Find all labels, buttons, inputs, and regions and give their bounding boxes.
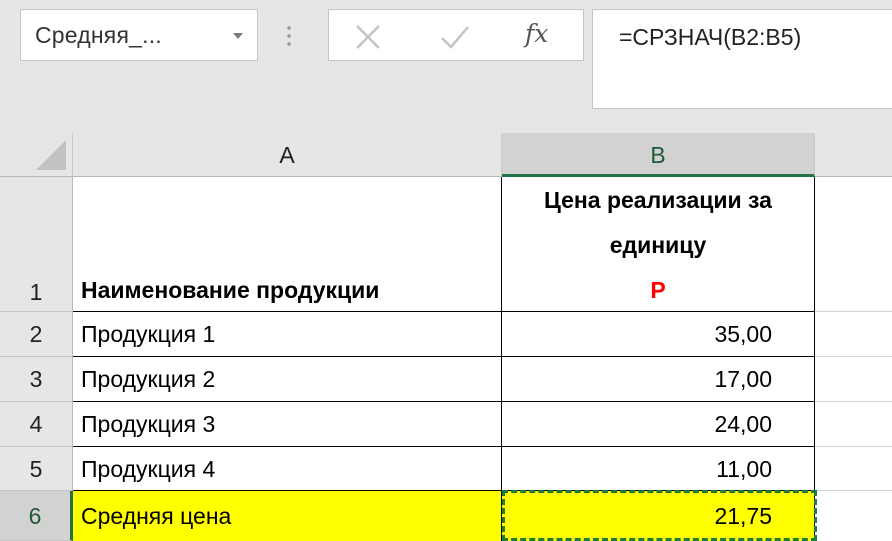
- grip-handle-icon[interactable]: [287, 24, 291, 50]
- row-header-1[interactable]: 1: [0, 177, 73, 312]
- row-header-3[interactable]: 3: [0, 357, 73, 402]
- cell-c2[interactable]: [815, 312, 892, 357]
- formula-buttons: fx: [328, 9, 584, 61]
- cell-c4[interactable]: [815, 402, 892, 447]
- chevron-down-icon[interactable]: [233, 33, 243, 39]
- cell-b1[interactable]: Цена реализации за единицу Р: [502, 177, 815, 312]
- cell-b2[interactable]: 35,00: [502, 312, 815, 357]
- cell-b6[interactable]: 21,75: [502, 491, 815, 541]
- row-header-2[interactable]: 2: [0, 312, 73, 357]
- cell-b4[interactable]: 24,00: [502, 402, 815, 447]
- cell-c6[interactable]: [815, 491, 892, 541]
- cell-a5[interactable]: Продукция 4: [73, 447, 502, 491]
- price-header-line1: Цена реализации за: [544, 187, 772, 213]
- cell-a4[interactable]: Продукция 3: [73, 402, 502, 447]
- column-header-c[interactable]: [815, 133, 892, 177]
- formula-input[interactable]: =СРЗНАЧ(B2:B5): [592, 9, 892, 109]
- cell-a2[interactable]: Продукция 1: [73, 312, 502, 357]
- row-header-5[interactable]: 5: [0, 447, 73, 491]
- column-header-b[interactable]: B: [502, 133, 815, 177]
- select-all-corner[interactable]: [0, 133, 73, 177]
- cell-c3[interactable]: [815, 357, 892, 402]
- close-icon[interactable]: [353, 22, 383, 57]
- cell-a6[interactable]: Средняя цена: [73, 491, 502, 541]
- check-icon[interactable]: [439, 22, 471, 57]
- cell-b3[interactable]: 17,00: [502, 357, 815, 402]
- product-name-header: Наименование продукции: [81, 277, 380, 303]
- column-header-a[interactable]: A: [73, 133, 502, 177]
- formula-text: =СРЗНАЧ(B2:B5): [619, 24, 802, 50]
- row-header-4[interactable]: 4: [0, 402, 73, 447]
- price-header-currency: Р: [650, 277, 666, 303]
- cell-c1[interactable]: [815, 177, 892, 312]
- cell-a3[interactable]: Продукция 2: [73, 357, 502, 402]
- select-all-triangle-icon: [36, 140, 66, 170]
- cell-b5[interactable]: 11,00: [502, 447, 815, 491]
- name-box-value: Средняя_...: [35, 22, 162, 48]
- row-header-6[interactable]: 6: [0, 491, 73, 541]
- cell-c5[interactable]: [815, 447, 892, 491]
- price-header-line2: единицу: [609, 232, 707, 258]
- formula-bar: Средняя_... fx =СРЗНАЧ(B2:B5): [0, 0, 892, 133]
- name-box[interactable]: Средняя_...: [20, 9, 258, 61]
- function-icon[interactable]: fx: [525, 19, 548, 48]
- cell-a1[interactable]: Наименование продукции: [73, 177, 502, 312]
